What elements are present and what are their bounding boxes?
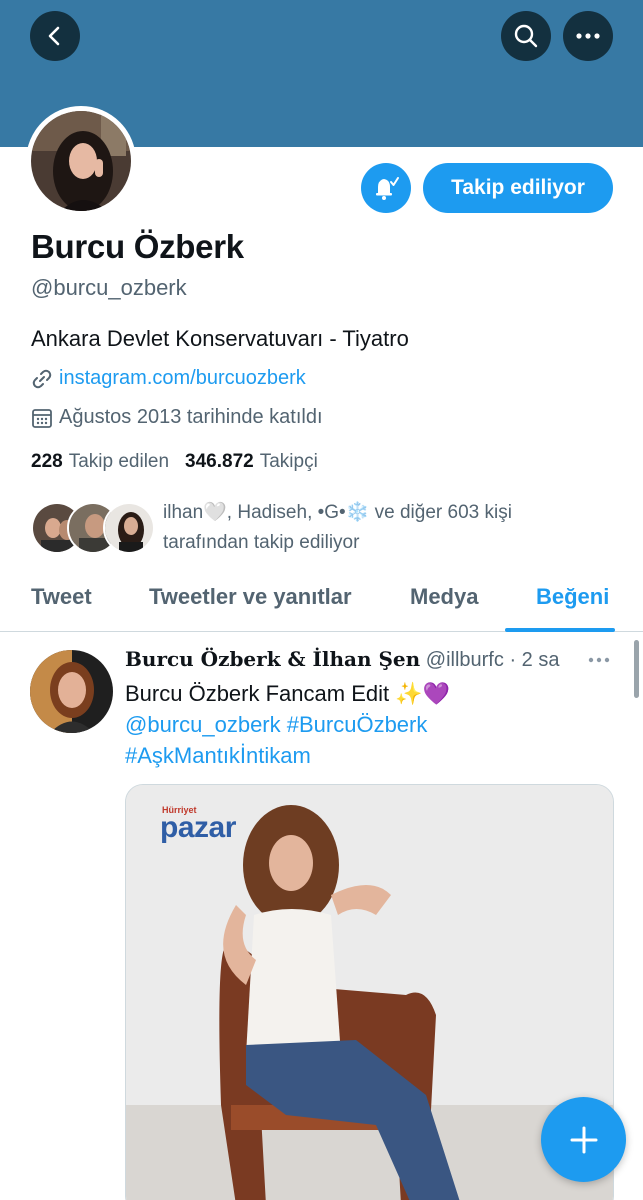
website-row: instagram.com/burcuozberk (31, 367, 306, 390)
scrollbar[interactable] (634, 640, 639, 698)
following-label[interactable]: Takip edilen (69, 451, 169, 473)
tweet-author-handle[interactable]: @illburfc (426, 649, 504, 671)
profile-tabs: Tweet Tweetler ve yanıtlar Medya Beğeni (0, 574, 643, 632)
search-button[interactable] (501, 11, 551, 61)
profile-bio: Ankara Devlet Konservatuvarı - Tiyatro (31, 326, 409, 351)
joined-date: Ağustos 2013 tarihinde katıldı (59, 406, 323, 428)
tab-likes[interactable]: Beğeni (536, 584, 609, 610)
tweet-hashtag[interactable]: #AşkMantıkİntikam (125, 740, 615, 771)
following-button[interactable]: Takip ediliyor (423, 163, 613, 213)
tweet-author-name[interactable]: Burcu Özberk & İlhan Şen (125, 647, 420, 671)
tab-tweets[interactable]: Tweet (31, 584, 92, 610)
profile-photo (31, 111, 131, 211)
notifications-button[interactable] (361, 163, 411, 213)
followed-by-line2: tarafından takip ediliyor (163, 532, 360, 553)
follower-avatar (103, 502, 155, 554)
calendar-icon (32, 408, 52, 428)
tab-tweets-and-replies[interactable]: Tweetler ve yanıtlar (149, 584, 352, 610)
followed-by-text[interactable]: ilhan🤍, Hadiseh, •G•❄️ ve diğer 603 kişi… (163, 498, 603, 558)
search-icon (514, 24, 538, 48)
media-brand-logo: pazar (160, 811, 236, 844)
followers-label[interactable]: Takipçi (260, 451, 318, 473)
more-button[interactable] (563, 11, 613, 61)
tab-media[interactable]: Medya (410, 584, 478, 610)
link-icon (32, 369, 52, 388)
tweet-author-avatar[interactable] (30, 650, 113, 733)
active-tab-indicator (505, 628, 615, 632)
stats-row: 228 Takip edilen 346.872 Takipçi (31, 451, 334, 473)
tweet-body: Burcu Özberk Fancam Edit ✨💜 @burcu_ozber… (125, 678, 615, 771)
website-link[interactable]: instagram.com/burcuozberk (59, 367, 306, 390)
tweet-text-line: Burcu Özberk Fancam Edit ✨💜 (125, 681, 450, 706)
back-arrow-icon (48, 26, 60, 46)
profile-handle: @burcu_ozberk (31, 275, 187, 300)
joined-row: Ağustos 2013 tarihinde katıldı (31, 406, 323, 429)
more-horizontal-icon (576, 33, 600, 39)
tweet-header: Burcu Özberk & İlhan Şen @illburfc · 2 s… (125, 647, 559, 672)
tweet-time: · 2 sa (509, 649, 560, 671)
tweet-more-button[interactable] (588, 650, 610, 668)
followed-by-avatars[interactable] (31, 502, 155, 554)
compose-tweet-button[interactable] (541, 1097, 626, 1182)
profile-avatar[interactable] (26, 106, 136, 216)
followers-count[interactable]: 346.872 (185, 451, 254, 473)
following-count[interactable]: 228 (31, 451, 63, 473)
back-button[interactable] (30, 11, 80, 61)
tweet-mentions[interactable]: @burcu_ozberk #BurcuÖzberk (125, 709, 615, 740)
profile-name: Burcu Özberk (31, 228, 244, 265)
bell-check-icon (376, 177, 399, 200)
more-horizontal-icon (588, 657, 610, 663)
followed-by-line1: ilhan🤍, Hadiseh, •G•❄️ ve diğer 603 kişi (163, 502, 512, 523)
plus-icon (570, 1126, 597, 1153)
